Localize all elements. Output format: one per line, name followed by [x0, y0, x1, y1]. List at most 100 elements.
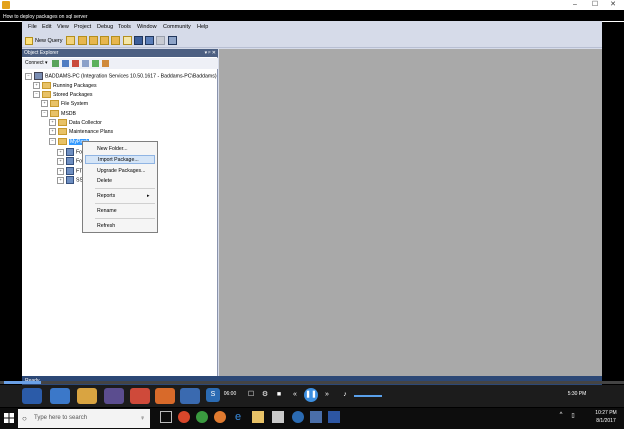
network-icon[interactable]: ▯: [568, 412, 578, 422]
menu-separator: [95, 203, 155, 204]
mdx-query-icon[interactable]: [89, 36, 98, 45]
activity-monitor-icon[interactable]: [156, 36, 165, 45]
new-query-button[interactable]: New Query: [25, 36, 63, 46]
video-title: How to deploy packages on sql server: [3, 14, 88, 20]
pause-icon[interactable]: ❚❚: [304, 388, 318, 402]
subtitles-icon[interactable]: ☐: [244, 388, 258, 402]
package-icon: [66, 176, 74, 184]
connect-button[interactable]: Connect ▾: [22, 60, 48, 66]
clock-time[interactable]: 10:27 PM: [590, 410, 622, 418]
menu-window[interactable]: Window: [137, 22, 157, 33]
menu-item-new-folder[interactable]: New Folder...: [85, 145, 155, 154]
panel-pin-close-icons[interactable]: ▾ ᵖ ✕: [192, 49, 216, 57]
firefox-icon[interactable]: [214, 411, 226, 423]
menu-edit[interactable]: Edit: [42, 22, 51, 33]
tree-node-msdb[interactable]: − MSDB: [41, 110, 76, 119]
package-icon: [66, 148, 74, 156]
connect-icon[interactable]: [52, 60, 59, 67]
settings-icon[interactable]: ⚙: [258, 388, 272, 402]
tree-node-server[interactable]: − BADDAMS-PC (Integration Services 10.50.…: [25, 72, 217, 81]
skype-icon: S: [206, 388, 220, 402]
dmx-query-icon[interactable]: [100, 36, 109, 45]
tree-label-stored: Stored Packages: [53, 92, 93, 98]
collapse-icon[interactable]: −: [41, 110, 48, 118]
ssms-taskbar-icon[interactable]: [310, 411, 322, 423]
tree-label-msdb: MSDB: [61, 111, 76, 117]
expand-icon[interactable]: +: [57, 167, 64, 175]
expand-icon[interactable]: +: [49, 128, 56, 136]
chrome-icon[interactable]: [196, 411, 208, 423]
collapse-icon[interactable]: −: [25, 72, 32, 80]
word-icon[interactable]: [328, 411, 340, 423]
save-icon[interactable]: [134, 36, 143, 45]
filter-icon[interactable]: [82, 60, 89, 67]
skype-taskbar-icon[interactable]: [292, 411, 304, 423]
tree-node-file-system[interactable]: + File System: [41, 100, 88, 109]
menu-view[interactable]: View: [57, 22, 69, 33]
fast-forward-icon[interactable]: »: [320, 388, 334, 402]
task-view-icon[interactable]: [160, 411, 172, 423]
taskbar-search-input[interactable]: ○ Type here to search ♀: [18, 409, 150, 428]
rewind-icon[interactable]: «: [288, 388, 302, 402]
windows-logo-icon: [4, 413, 14, 423]
expand-icon[interactable]: +: [57, 148, 64, 156]
menu-item-import-package[interactable]: Import Package...: [85, 155, 155, 164]
disconnect-icon[interactable]: [62, 60, 69, 67]
close-icon[interactable]: ✕: [606, 0, 620, 9]
menu-tools[interactable]: Tools: [118, 22, 131, 33]
volume-slider[interactable]: [354, 395, 382, 397]
expand-icon[interactable]: +: [41, 100, 48, 108]
expand-icon[interactable]: +: [57, 176, 64, 184]
registered-servers-icon[interactable]: [168, 36, 177, 45]
maximize-icon[interactable]: ☐: [588, 0, 602, 9]
tree-label-server: BADDAMS-PC (Integration Services 10.50.1…: [45, 73, 217, 80]
tree-node-maintenance-plans[interactable]: + Maintenance Plans: [49, 128, 113, 137]
recorder-app-icon: [2, 1, 10, 9]
stop-playback-icon[interactable]: ■: [272, 388, 286, 402]
folder-icon: [58, 128, 67, 136]
collapse-icon[interactable]: −: [33, 91, 40, 99]
clock-date[interactable]: 8/1/2017: [590, 418, 622, 426]
menu-file[interactable]: File: [28, 22, 37, 33]
stop-icon[interactable]: [72, 60, 79, 67]
volume-icon[interactable]: ♪: [338, 388, 352, 402]
expand-icon[interactable]: +: [57, 157, 64, 165]
tree-node-stored-packages[interactable]: − Stored Packages: [33, 91, 93, 100]
menu-item-reports[interactable]: Reports ▸: [85, 192, 155, 201]
database-engine-query-icon[interactable]: [66, 36, 75, 45]
opera-icon[interactable]: [178, 411, 190, 423]
menu-item-delete[interactable]: Delete: [85, 177, 155, 186]
collapse-icon[interactable]: −: [49, 138, 56, 146]
tree-node-package[interactable]: + For: [57, 157, 84, 166]
expand-icon[interactable]: +: [33, 82, 40, 90]
refresh-icon[interactable]: [92, 60, 99, 67]
windows-start-icon[interactable]: [4, 413, 14, 423]
menu-community[interactable]: Community: [163, 22, 191, 33]
video-progress-track[interactable]: [0, 381, 624, 384]
file-explorer-icon[interactable]: [252, 411, 264, 423]
tree-label-filesystem: File System: [61, 101, 89, 107]
save-all-icon[interactable]: [145, 36, 154, 45]
menu-debug[interactable]: Debug: [97, 22, 113, 33]
minimize-icon[interactable]: –: [568, 0, 582, 9]
menu-help[interactable]: Help: [197, 22, 208, 33]
tree-node-running-packages[interactable]: + Running Packages: [33, 82, 97, 91]
menu-item-reports-label: Reports: [97, 193, 116, 199]
tree-node-data-collector[interactable]: + Data Collector: [49, 119, 102, 128]
open-file-icon[interactable]: [123, 36, 132, 45]
object-explorer-toolbar: Connect ▾: [22, 58, 218, 69]
menu-project[interactable]: Project: [74, 22, 91, 33]
tray-chevron-icon[interactable]: ^: [556, 412, 566, 422]
xmla-query-icon[interactable]: [111, 36, 120, 45]
summary-icon[interactable]: [102, 60, 109, 67]
menu-item-upgrade-packages[interactable]: Upgrade Packages...: [85, 167, 155, 176]
microphone-icon[interactable]: ♀: [140, 409, 145, 428]
edge-icon[interactable]: e: [232, 411, 244, 423]
tree-node-package[interactable]: + For: [57, 148, 84, 157]
tree-label-running: Running Packages: [53, 83, 97, 89]
analysis-query-icon[interactable]: [78, 36, 87, 45]
menu-item-refresh[interactable]: Refresh: [85, 222, 155, 231]
menu-item-rename[interactable]: Rename: [85, 207, 155, 216]
expand-icon[interactable]: +: [49, 119, 56, 127]
store-icon[interactable]: [272, 411, 284, 423]
